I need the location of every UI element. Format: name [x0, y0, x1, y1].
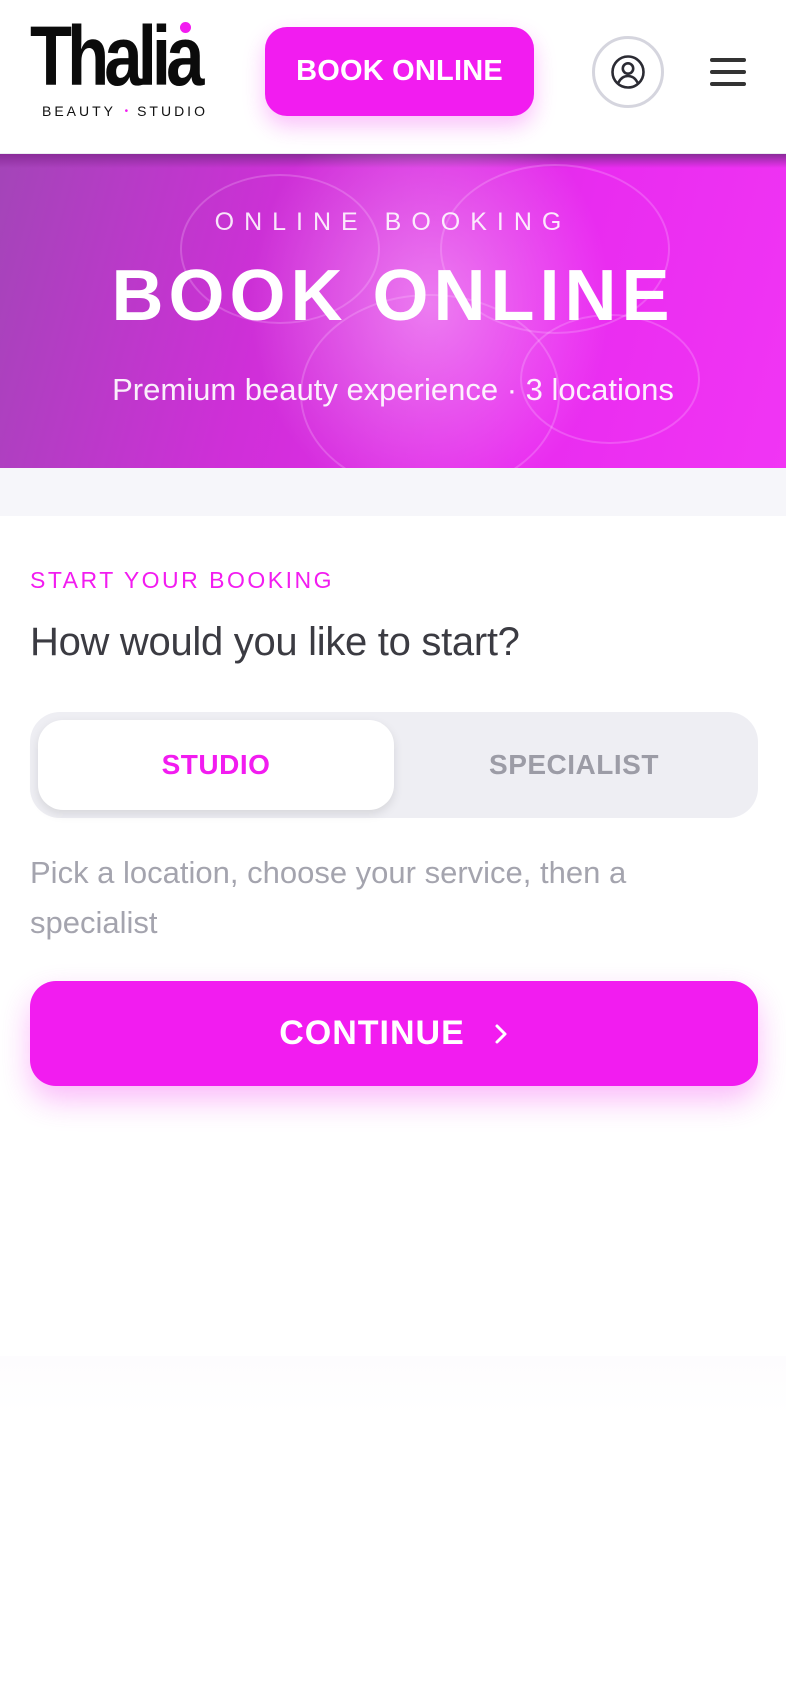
- logo-dot: [180, 22, 191, 33]
- hamburger-line: [710, 82, 746, 86]
- hero-eyebrow: ONLINE BOOKING: [214, 208, 572, 236]
- hamburger-menu-icon: [710, 58, 746, 62]
- logo-wordmark: Thalia: [30, 9, 204, 103]
- hamburger-line: [710, 70, 746, 74]
- hamburger-menu-button[interactable]: [706, 52, 750, 92]
- hero-subtitle: Premium beauty experience · 3 locations: [112, 372, 674, 407]
- continue-label: CONTINUE: [279, 1014, 465, 1052]
- start-mode-toggle: STUDIO SPECIALIST: [30, 712, 758, 818]
- section-divider-band: [0, 468, 786, 516]
- continue-button[interactable]: CONTINUE: [30, 981, 758, 1086]
- booking-question: How would you like to start?: [30, 620, 520, 664]
- logo-tag-beauty: BEAUTY: [42, 103, 116, 119]
- logo-tag-studio: STUDIO: [137, 103, 208, 119]
- logo-tag-separator: •: [124, 106, 129, 117]
- booking-page: Thalia BEAUTY • STUDIO BOOK ONLINE ONLIN…: [0, 0, 786, 1704]
- logo-tagline: BEAUTY • STUDIO: [42, 103, 208, 119]
- chevron-right-icon: [495, 1024, 507, 1043]
- thalia-logo[interactable]: Thalia BEAUTY • STUDIO: [30, 14, 205, 125]
- option-studio[interactable]: STUDIO: [38, 720, 394, 810]
- site-header: Thalia BEAUTY • STUDIO BOOK ONLINE: [0, 0, 786, 154]
- section-label: START YOUR BOOKING: [30, 567, 335, 593]
- helper-text: Pick a location, choose your service, th…: [30, 855, 627, 940]
- account-button[interactable]: [592, 36, 664, 108]
- book-online-button[interactable]: BOOK ONLINE: [265, 27, 534, 116]
- option-specialist[interactable]: SPECIALIST: [398, 720, 750, 810]
- user-circle-icon: [611, 55, 645, 89]
- hero-title: BOOK ONLINE: [111, 256, 675, 336]
- hero-banner: ONLINE BOOKING BOOK ONLINE Premium beaut…: [0, 154, 786, 468]
- footer-fade: [0, 1356, 786, 1416]
